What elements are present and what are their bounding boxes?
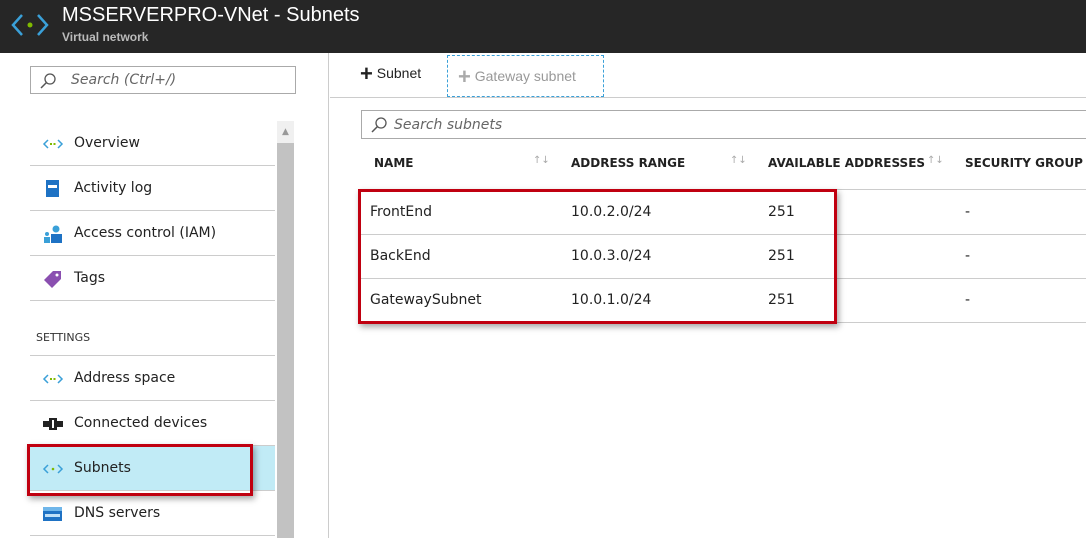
- annotation-box: [27, 444, 253, 496]
- sidebar-item-activity-log[interactable]: Activity log: [30, 166, 275, 211]
- add-gateway-subnet-button[interactable]: + Gateway subnet: [447, 55, 604, 97]
- sidebar-item-label: Tags: [74, 270, 105, 286]
- sidebar-item-label: Activity log: [74, 180, 153, 196]
- gateway-subnet-label: Gateway subnet: [474, 68, 576, 84]
- plus-icon: +: [360, 61, 373, 86]
- sort-icon[interactable]: ↑↓: [533, 155, 550, 166]
- dns-icon: [43, 507, 62, 521]
- sidebar-item-label: DNS servers: [74, 505, 161, 521]
- plug-icon: [43, 418, 63, 430]
- vnet-icon: [42, 374, 64, 384]
- section-heading-settings: SETTINGS: [36, 331, 91, 344]
- sidebar-item-tags[interactable]: Tags: [30, 256, 275, 301]
- sidebar-search-input[interactable]: Search (Ctrl+/): [30, 66, 296, 94]
- sidebar-item-connected-devices[interactable]: Connected devices: [30, 401, 275, 446]
- search-subnets-input[interactable]: Search subnets: [361, 110, 1086, 139]
- vnet-icon: [11, 14, 49, 36]
- cell-security-group: -: [965, 292, 971, 308]
- tag-icon: [44, 271, 61, 288]
- sidebar-item-label: Overview: [74, 135, 140, 151]
- sidebar-search-placeholder: Search (Ctrl+/): [71, 72, 177, 88]
- vnet-icon: [42, 139, 64, 149]
- annotation-box: [358, 189, 837, 324]
- cell-security-group: -: [965, 248, 971, 264]
- activity-log-icon: [46, 180, 59, 197]
- sort-icon[interactable]: ↑↓: [730, 155, 747, 166]
- search-placeholder: Search subnets: [394, 117, 503, 133]
- plus-icon: +: [458, 64, 471, 89]
- column-header-available-addresses[interactable]: AVAILABLE ADDRESSES: [768, 156, 925, 170]
- page-subtitle: Virtual network: [62, 30, 149, 44]
- sidebar-item-label: Address space: [74, 370, 176, 386]
- toolbar: + Subnet + Gateway subnet: [330, 53, 1086, 98]
- add-subnet-button[interactable]: + Subnet: [360, 63, 422, 85]
- scroll-up-icon[interactable]: ▲: [277, 121, 294, 143]
- column-header-security-group[interactable]: SECURITY GROUP: [965, 156, 1083, 170]
- users-icon: [44, 225, 62, 243]
- cell-security-group: -: [965, 204, 971, 220]
- column-header-address-range[interactable]: ADDRESS RANGE: [571, 156, 685, 170]
- sidebar-item-dns-servers[interactable]: DNS servers: [30, 491, 275, 536]
- sidebar-item-label: Connected devices: [74, 415, 208, 431]
- sidebar-scrollbar[interactable]: ▲: [277, 121, 294, 538]
- blade-header: MSSERVERPRO-VNet - Subnets Virtual netwo…: [0, 0, 1086, 53]
- search-icon: [371, 117, 387, 133]
- sidebar-item-address-space[interactable]: Address space: [30, 356, 275, 401]
- sort-icon[interactable]: ↑↓: [927, 155, 944, 166]
- sidebar-item-label: Access control (IAM): [74, 225, 217, 241]
- page-title: MSSERVERPRO-VNet - Subnets: [62, 4, 360, 26]
- add-subnet-label: Subnet: [376, 65, 422, 81]
- sidebar-item-overview[interactable]: Overview: [30, 121, 275, 166]
- sidebar-item-access-control[interactable]: Access control (IAM): [30, 211, 275, 256]
- search-icon: [40, 73, 56, 89]
- column-header-name[interactable]: NAME: [374, 156, 413, 170]
